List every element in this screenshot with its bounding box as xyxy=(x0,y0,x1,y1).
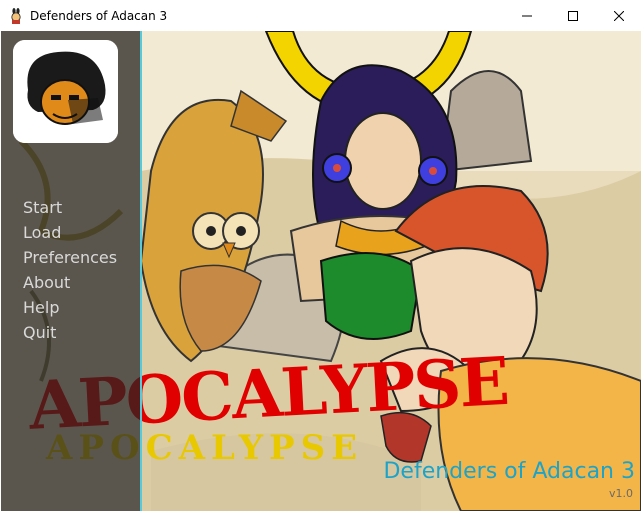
version-label: v1.0 xyxy=(608,487,633,500)
menu-help-button[interactable]: Help xyxy=(23,295,117,320)
minimize-icon xyxy=(522,15,532,16)
maximize-button[interactable] xyxy=(550,0,596,31)
menu-preferences-button[interactable]: Preferences xyxy=(23,245,117,270)
panel-divider xyxy=(140,31,142,511)
game-screen[interactable]: APOCALYPSE APOCALYPSE Start Load Prefere… xyxy=(1,31,641,511)
close-button[interactable] xyxy=(596,0,642,31)
maximize-icon xyxy=(568,10,578,21)
minimize-button[interactable] xyxy=(504,0,550,31)
close-icon xyxy=(614,10,624,21)
game-logo xyxy=(13,40,118,143)
window-title: Defenders of Adacan 3 xyxy=(30,8,168,23)
bunny-avatar-icon xyxy=(8,7,24,24)
game-window: Defenders of Adacan 3 APOCALYPSE APOCALY… xyxy=(0,0,642,512)
menu-about-button[interactable]: About xyxy=(23,270,117,295)
menu-quit-button[interactable]: Quit xyxy=(23,320,117,345)
menu-start-button[interactable]: Start xyxy=(23,195,117,220)
main-menu: Start Load Preferences About Help Quit xyxy=(23,195,117,345)
menu-load-button[interactable]: Load xyxy=(23,220,117,245)
title-bar[interactable]: Defenders of Adacan 3 xyxy=(0,0,642,31)
game-title: Defenders of Adacan 3 xyxy=(383,459,635,484)
